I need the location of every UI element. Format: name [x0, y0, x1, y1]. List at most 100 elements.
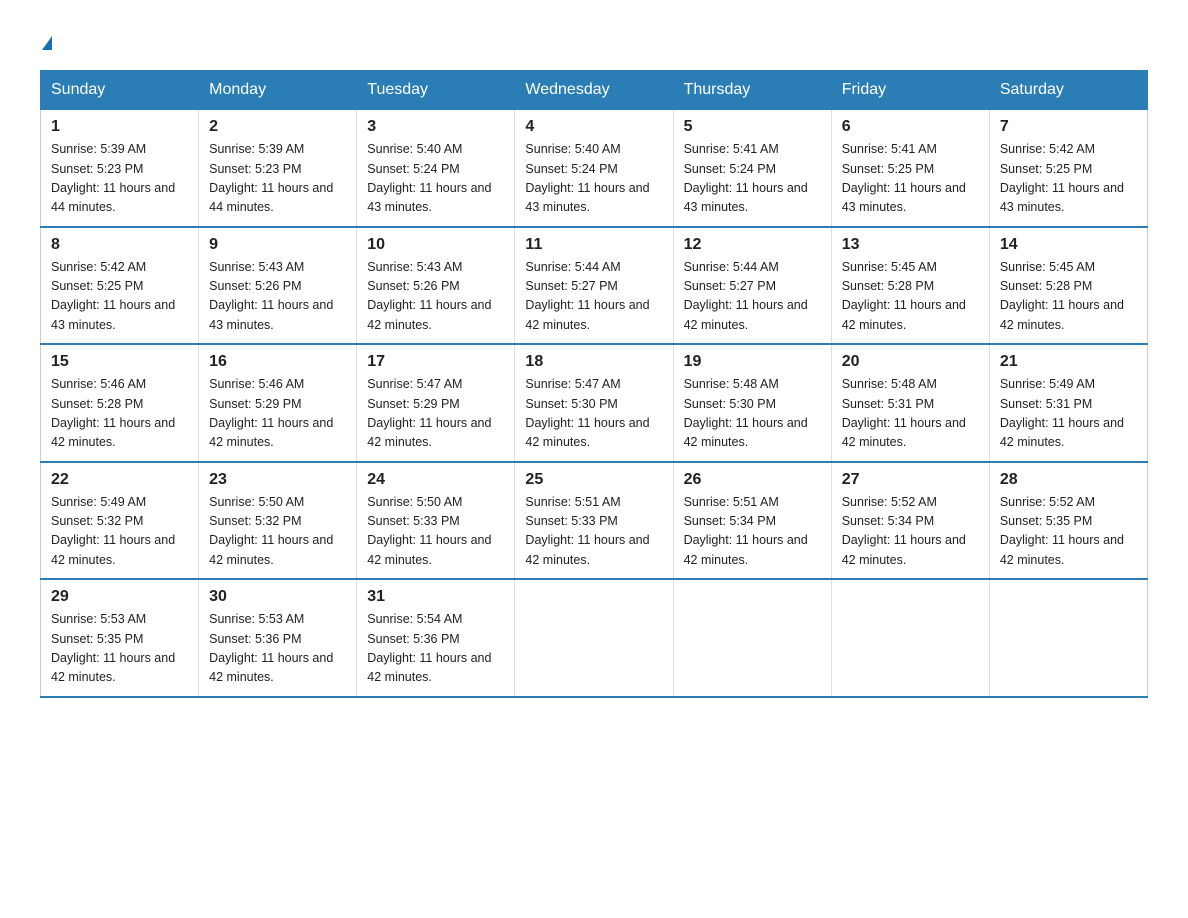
day-number: 5	[684, 118, 821, 136]
calendar-cell: 6 Sunrise: 5:41 AMSunset: 5:25 PMDaylight…	[831, 110, 989, 227]
day-number: 26	[684, 471, 821, 489]
calendar-cell: 11 Sunrise: 5:44 AMSunset: 5:27 PMDayligh…	[515, 227, 673, 345]
day-info: Sunrise: 5:42 AMSunset: 5:25 PMDaylight:…	[1000, 142, 1124, 214]
day-info: Sunrise: 5:41 AMSunset: 5:24 PMDaylight:…	[684, 142, 808, 214]
day-info: Sunrise: 5:54 AMSunset: 5:36 PMDaylight:…	[367, 612, 491, 684]
day-info: Sunrise: 5:44 AMSunset: 5:27 PMDaylight:…	[684, 260, 808, 332]
calendar-cell: 17Sunrise: 5:47 AMSunset: 5:29 PMDayligh…	[357, 344, 515, 462]
calendar-week-row: 8 Sunrise: 5:42 AMSunset: 5:25 PMDaylight…	[41, 227, 1148, 345]
day-number: 10	[367, 236, 504, 254]
day-number: 23	[209, 471, 346, 489]
calendar-table: SundayMondayTuesdayWednesdayThursdayFrid…	[40, 70, 1148, 698]
calendar-cell: 1 Sunrise: 5:39 AMSunset: 5:23 PMDaylight…	[41, 110, 199, 227]
day-info: Sunrise: 5:42 AMSunset: 5:25 PMDaylight:…	[51, 260, 175, 332]
day-number: 11	[525, 236, 662, 254]
calendar-cell: 24 Sunrise: 5:50 AMSunset: 5:33 PMDayligh…	[357, 462, 515, 580]
calendar-week-row: 15 Sunrise: 5:46 AMSunset: 5:28 PMDayligh…	[41, 344, 1148, 462]
calendar-cell: 4Sunrise: 5:40 AMSunset: 5:24 PMDaylight…	[515, 110, 673, 227]
day-info: Sunrise: 5:49 AMSunset: 5:31 PMDaylight:…	[1000, 377, 1124, 449]
day-number: 19	[684, 353, 821, 371]
day-info: Sunrise: 5:50 AMSunset: 5:32 PMDaylight:…	[209, 495, 333, 567]
calendar-cell	[989, 579, 1147, 697]
calendar-cell: 15 Sunrise: 5:46 AMSunset: 5:28 PMDayligh…	[41, 344, 199, 462]
calendar-cell: 31 Sunrise: 5:54 AMSunset: 5:36 PMDayligh…	[357, 579, 515, 697]
day-number: 31	[367, 588, 504, 606]
day-number: 8	[51, 236, 188, 254]
calendar-cell: 5 Sunrise: 5:41 AMSunset: 5:24 PMDaylight…	[673, 110, 831, 227]
header-sunday: Sunday	[41, 71, 199, 110]
day-info: Sunrise: 5:46 AMSunset: 5:29 PMDaylight:…	[209, 377, 333, 449]
day-info: Sunrise: 5:45 AMSunset: 5:28 PMDaylight:…	[842, 260, 966, 332]
calendar-header-row: SundayMondayTuesdayWednesdayThursdayFrid…	[41, 71, 1148, 110]
day-info: Sunrise: 5:51 AMSunset: 5:34 PMDaylight:…	[684, 495, 808, 567]
day-info: Sunrise: 5:48 AMSunset: 5:30 PMDaylight:…	[684, 377, 808, 449]
day-number: 1	[51, 118, 188, 136]
day-number: 15	[51, 353, 188, 371]
calendar-cell	[515, 579, 673, 697]
calendar-cell: 25Sunrise: 5:51 AMSunset: 5:33 PMDayligh…	[515, 462, 673, 580]
day-number: 7	[1000, 118, 1137, 136]
day-number: 17	[367, 353, 504, 371]
calendar-week-row: 1 Sunrise: 5:39 AMSunset: 5:23 PMDaylight…	[41, 110, 1148, 227]
header-wednesday: Wednesday	[515, 71, 673, 110]
day-number: 9	[209, 236, 346, 254]
day-info: Sunrise: 5:46 AMSunset: 5:28 PMDaylight:…	[51, 377, 175, 449]
header-saturday: Saturday	[989, 71, 1147, 110]
calendar-cell: 21 Sunrise: 5:49 AMSunset: 5:31 PMDayligh…	[989, 344, 1147, 462]
logo	[40, 30, 52, 54]
calendar-cell: 28 Sunrise: 5:52 AMSunset: 5:35 PMDayligh…	[989, 462, 1147, 580]
logo-triangle-icon	[42, 36, 52, 50]
day-info: Sunrise: 5:53 AMSunset: 5:35 PMDaylight:…	[51, 612, 175, 684]
day-info: Sunrise: 5:48 AMSunset: 5:31 PMDaylight:…	[842, 377, 966, 449]
day-number: 16	[209, 353, 346, 371]
calendar-cell: 9 Sunrise: 5:43 AMSunset: 5:26 PMDaylight…	[199, 227, 357, 345]
calendar-cell: 3 Sunrise: 5:40 AMSunset: 5:24 PMDaylight…	[357, 110, 515, 227]
calendar-cell: 29 Sunrise: 5:53 AMSunset: 5:35 PMDayligh…	[41, 579, 199, 697]
day-info: Sunrise: 5:43 AMSunset: 5:26 PMDaylight:…	[209, 260, 333, 332]
calendar-cell: 27 Sunrise: 5:52 AMSunset: 5:34 PMDayligh…	[831, 462, 989, 580]
calendar-cell: 14 Sunrise: 5:45 AMSunset: 5:28 PMDayligh…	[989, 227, 1147, 345]
day-info: Sunrise: 5:41 AMSunset: 5:25 PMDaylight:…	[842, 142, 966, 214]
calendar-week-row: 22 Sunrise: 5:49 AMSunset: 5:32 PMDayligh…	[41, 462, 1148, 580]
calendar-cell: 19 Sunrise: 5:48 AMSunset: 5:30 PMDayligh…	[673, 344, 831, 462]
day-info: Sunrise: 5:49 AMSunset: 5:32 PMDaylight:…	[51, 495, 175, 567]
page-header	[40, 30, 1148, 54]
day-info: Sunrise: 5:43 AMSunset: 5:26 PMDaylight:…	[367, 260, 491, 332]
calendar-cell	[673, 579, 831, 697]
day-info: Sunrise: 5:40 AMSunset: 5:24 PMDaylight:…	[525, 142, 649, 214]
day-info: Sunrise: 5:53 AMSunset: 5:36 PMDaylight:…	[209, 612, 333, 684]
day-number: 18	[525, 353, 662, 371]
day-number: 20	[842, 353, 979, 371]
day-info: Sunrise: 5:51 AMSunset: 5:33 PMDaylight:…	[525, 495, 649, 567]
calendar-cell: 16 Sunrise: 5:46 AMSunset: 5:29 PMDayligh…	[199, 344, 357, 462]
calendar-cell: 23 Sunrise: 5:50 AMSunset: 5:32 PMDayligh…	[199, 462, 357, 580]
calendar-cell: 12 Sunrise: 5:44 AMSunset: 5:27 PMDayligh…	[673, 227, 831, 345]
day-number: 12	[684, 236, 821, 254]
day-info: Sunrise: 5:52 AMSunset: 5:35 PMDaylight:…	[1000, 495, 1124, 567]
day-number: 24	[367, 471, 504, 489]
day-number: 29	[51, 588, 188, 606]
day-info: Sunrise: 5:40 AMSunset: 5:24 PMDaylight:…	[367, 142, 491, 214]
header-monday: Monday	[199, 71, 357, 110]
calendar-cell	[831, 579, 989, 697]
day-number: 22	[51, 471, 188, 489]
day-number: 6	[842, 118, 979, 136]
day-number: 13	[842, 236, 979, 254]
header-tuesday: Tuesday	[357, 71, 515, 110]
day-info: Sunrise: 5:44 AMSunset: 5:27 PMDaylight:…	[525, 260, 649, 332]
day-number: 27	[842, 471, 979, 489]
day-number: 30	[209, 588, 346, 606]
day-info: Sunrise: 5:45 AMSunset: 5:28 PMDaylight:…	[1000, 260, 1124, 332]
day-info: Sunrise: 5:39 AMSunset: 5:23 PMDaylight:…	[51, 142, 175, 214]
day-info: Sunrise: 5:50 AMSunset: 5:33 PMDaylight:…	[367, 495, 491, 567]
day-info: Sunrise: 5:47 AMSunset: 5:30 PMDaylight:…	[525, 377, 649, 449]
header-thursday: Thursday	[673, 71, 831, 110]
day-number: 21	[1000, 353, 1137, 371]
calendar-cell: 22 Sunrise: 5:49 AMSunset: 5:32 PMDayligh…	[41, 462, 199, 580]
calendar-cell: 2Sunrise: 5:39 AMSunset: 5:23 PMDaylight…	[199, 110, 357, 227]
day-info: Sunrise: 5:52 AMSunset: 5:34 PMDaylight:…	[842, 495, 966, 567]
day-number: 3	[367, 118, 504, 136]
day-number: 28	[1000, 471, 1137, 489]
day-number: 14	[1000, 236, 1137, 254]
calendar-cell: 18 Sunrise: 5:47 AMSunset: 5:30 PMDayligh…	[515, 344, 673, 462]
